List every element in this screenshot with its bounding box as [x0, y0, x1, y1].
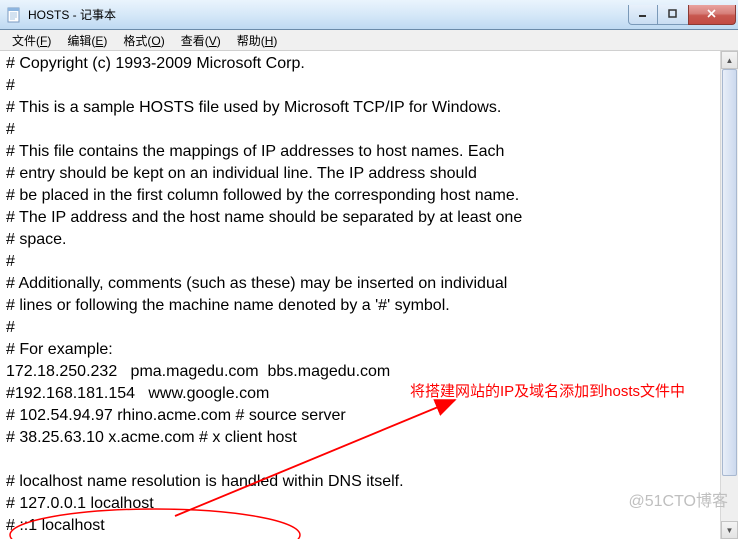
minimize-icon — [638, 9, 648, 19]
maximize-button[interactable] — [658, 5, 688, 25]
menu-format-label: 格式(O) — [123, 34, 164, 48]
menu-format[interactable]: 格式(O) — [115, 30, 172, 51]
scroll-up-button[interactable]: ▲ — [721, 51, 738, 69]
menu-view-label: 查看(V) — [181, 34, 221, 48]
notepad-window: HOSTS - 记事本 文件(F) 编辑(E) 格式(O) 查看(V) 帮助(H… — [0, 0, 738, 539]
window-title: HOSTS - 记事本 — [28, 6, 116, 23]
titlebar[interactable]: HOSTS - 记事本 — [0, 0, 738, 30]
menu-edit[interactable]: 编辑(E) — [59, 30, 115, 51]
menu-file-label: 文件(F) — [12, 34, 51, 48]
menu-help-label: 帮助(H) — [237, 34, 278, 48]
scroll-track[interactable] — [721, 69, 738, 521]
minimize-button[interactable] — [628, 5, 658, 25]
menu-edit-label: 编辑(E) — [67, 34, 107, 48]
scroll-thumb[interactable] — [722, 69, 737, 476]
titlebar-left: HOSTS - 记事本 — [6, 6, 116, 23]
vertical-scrollbar[interactable]: ▲ ▼ — [720, 51, 738, 539]
close-icon — [707, 9, 717, 19]
menubar: 文件(F) 编辑(E) 格式(O) 查看(V) 帮助(H) — [0, 30, 738, 51]
watermark: @51CTO博客 — [628, 487, 728, 511]
maximize-icon — [668, 9, 678, 19]
menu-file[interactable]: 文件(F) — [4, 30, 59, 51]
notepad-icon — [6, 7, 22, 23]
text-editor[interactable]: # Copyright (c) 1993-2009 Microsoft Corp… — [0, 51, 720, 539]
menu-help[interactable]: 帮助(H) — [229, 30, 286, 51]
scroll-down-button[interactable]: ▼ — [721, 521, 738, 539]
menu-view[interactable]: 查看(V) — [173, 30, 229, 51]
content-area: # Copyright (c) 1993-2009 Microsoft Corp… — [0, 51, 738, 539]
close-button[interactable] — [688, 5, 736, 25]
window-controls — [628, 5, 736, 25]
